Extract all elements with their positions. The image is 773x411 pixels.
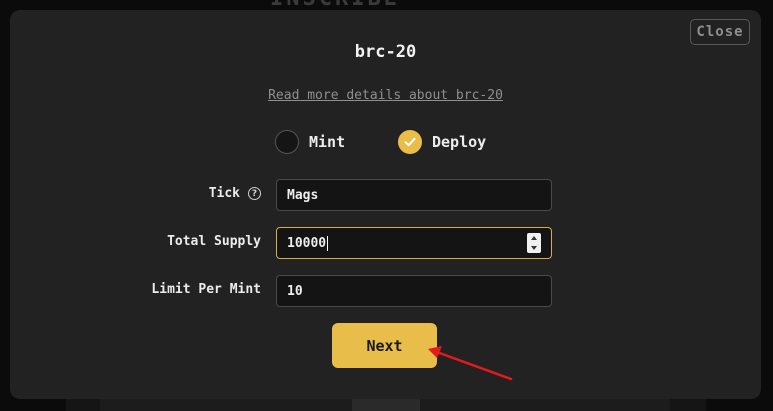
annotation-arrow-icon (428, 346, 513, 381)
